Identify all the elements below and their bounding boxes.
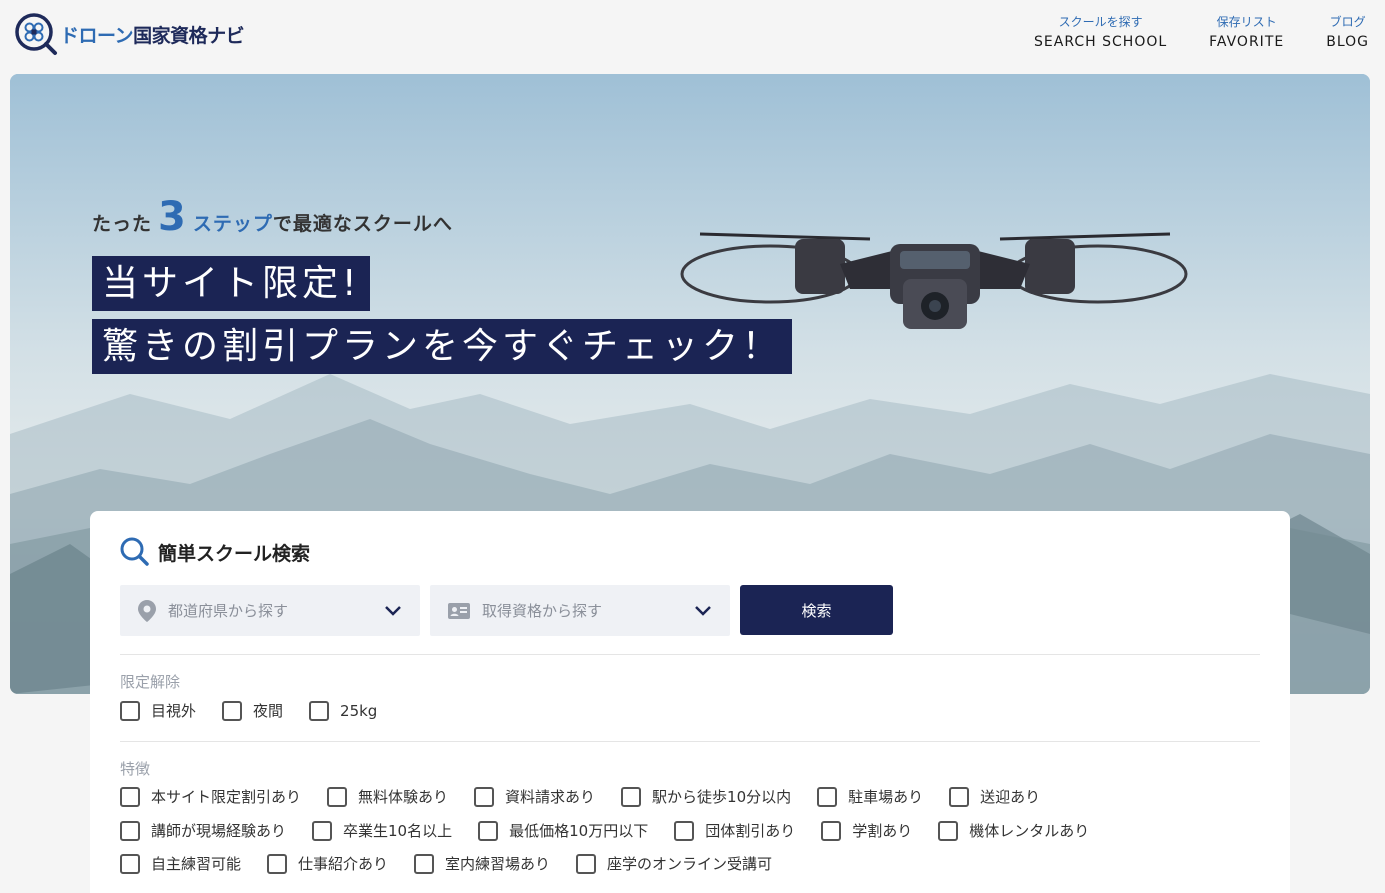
chevron-down-icon bbox=[385, 605, 401, 616]
section-label-features: 特徴 bbox=[120, 760, 151, 778]
checkbox-field-experienced-instructor[interactable]: 講師が現場経験あり bbox=[120, 820, 286, 841]
section-label-limit-release: 限定解除 bbox=[120, 673, 181, 691]
divider bbox=[120, 654, 1260, 655]
divider bbox=[120, 741, 1260, 742]
checkbox-night[interactable]: 夜間 bbox=[222, 700, 283, 721]
checkbox-beyond-visual[interactable]: 目視外 bbox=[120, 700, 196, 721]
main-nav: スクールを探す SEARCH SCHOOL 保存リスト FAVORITE ブログ… bbox=[1034, 14, 1369, 50]
limit-options-row: 目視外 夜間 25kg bbox=[120, 700, 403, 721]
checkbox-brochure[interactable]: 資料請求あり bbox=[474, 786, 595, 807]
chevron-down-icon bbox=[695, 605, 711, 616]
search-icon bbox=[120, 537, 149, 566]
checkbox-self-practice[interactable]: 自主練習可能 bbox=[120, 853, 241, 874]
hero-headline-2: 驚きの割引プランを今すぐチェック！ bbox=[92, 319, 793, 374]
checkbox-25kg[interactable]: 25kg bbox=[309, 700, 377, 721]
checkbox-near-station[interactable]: 駅から徒歩10分以内 bbox=[621, 786, 791, 807]
checkbox-group-discount[interactable]: 団体割引あり bbox=[674, 820, 795, 841]
search-card-title: 簡単スクール検索 bbox=[120, 537, 310, 567]
hero-headline-1: 当サイト限定! bbox=[92, 256, 371, 311]
checkbox-10-graduates[interactable]: 卒業生10名以上 bbox=[312, 820, 452, 841]
features-row-3: 自主練習可能 仕事紹介あり 室内練習場あり 座学のオンライン受講可 bbox=[120, 853, 798, 874]
checkbox-shuttle[interactable]: 送迎あり bbox=[949, 786, 1040, 807]
checkbox-indoor-practice[interactable]: 室内練習場あり bbox=[414, 853, 550, 874]
nav-search-school[interactable]: スクールを探す SEARCH SCHOOL bbox=[1034, 14, 1167, 50]
checkbox-under-100k[interactable]: 最低価格10万円以下 bbox=[478, 820, 648, 841]
checkbox-site-discount[interactable]: 本サイト限定割引あり bbox=[120, 786, 301, 807]
nav-favorite[interactable]: 保存リスト FAVORITE bbox=[1209, 14, 1284, 50]
drone-search-logo-icon bbox=[15, 13, 57, 55]
license-select[interactable]: 取得資格から探す bbox=[430, 585, 730, 636]
site-header: ドローン国家資格ナビ スクールを探す SEARCH SCHOOL 保存リスト F… bbox=[0, 0, 1385, 72]
features-row-1: 本サイト限定割引あり 無料体験あり 資料請求あり 駅から徒歩10分以内 駐車場あ… bbox=[120, 786, 1066, 807]
checkbox-parking[interactable]: 駐車場あり bbox=[817, 786, 923, 807]
checkbox-drone-rental[interactable]: 機体レンタルあり bbox=[938, 820, 1089, 841]
checkbox-job-referral[interactable]: 仕事紹介あり bbox=[267, 853, 388, 874]
checkbox-free-trial[interactable]: 無料体験あり bbox=[327, 786, 448, 807]
location-pin-icon bbox=[138, 599, 156, 622]
school-search-card: 簡単スクール検索 都道府県から探す 取得資格から探す 検索 限定解除 目視外 夜… bbox=[90, 511, 1290, 893]
search-button[interactable]: 検索 bbox=[740, 585, 893, 635]
id-card-icon bbox=[448, 602, 470, 619]
checkbox-student-discount[interactable]: 学割あり bbox=[821, 820, 912, 841]
nav-blog[interactable]: ブログ BLOG bbox=[1326, 14, 1369, 50]
logo-text: ドローン国家資格ナビ bbox=[60, 24, 245, 47]
checkbox-online-lectures[interactable]: 座学のオンライン受講可 bbox=[576, 853, 772, 874]
prefecture-select[interactable]: 都道府県から探す bbox=[120, 585, 420, 636]
features-row-2: 講師が現場経験あり 卒業生10名以上 最低価格10万円以下 団体割引あり 学割あ… bbox=[120, 820, 1115, 841]
site-logo[interactable]: ドローン国家資格ナビ bbox=[14, 12, 245, 56]
hero-tagline: たった 3 ステップ で最適なスクールへ bbox=[92, 194, 453, 240]
